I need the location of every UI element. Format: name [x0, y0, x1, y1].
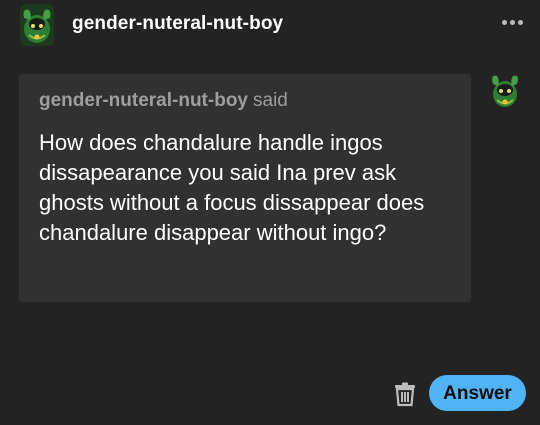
blog-username[interactable]: gender-nuteral-nut-boy — [72, 13, 283, 35]
answer-button[interactable]: Answer — [429, 375, 526, 411]
asker-username[interactable]: gender-nuteral-nut-boy — [39, 90, 248, 111]
blog-avatar[interactable] — [20, 4, 54, 46]
more-horizontal-icon — [501, 19, 523, 25]
green-ghost-avatar-icon — [487, 72, 523, 110]
asker-line: gender-nuteral-nut-boy said — [39, 90, 288, 112]
ask-bubble: gender-nuteral-nut-boy said How does chan… — [19, 74, 471, 302]
trash-icon — [395, 382, 415, 407]
green-ghost-avatar-icon — [20, 4, 54, 46]
more-options-button[interactable] — [497, 10, 527, 34]
post-header: gender-nuteral-nut-boy — [0, 0, 540, 50]
ask-question-text: How does chandalure handle ingos dissape… — [39, 130, 425, 245]
asker-avatar[interactable] — [487, 72, 523, 110]
delete-button[interactable] — [392, 381, 418, 407]
said-label: said — [253, 90, 288, 111]
